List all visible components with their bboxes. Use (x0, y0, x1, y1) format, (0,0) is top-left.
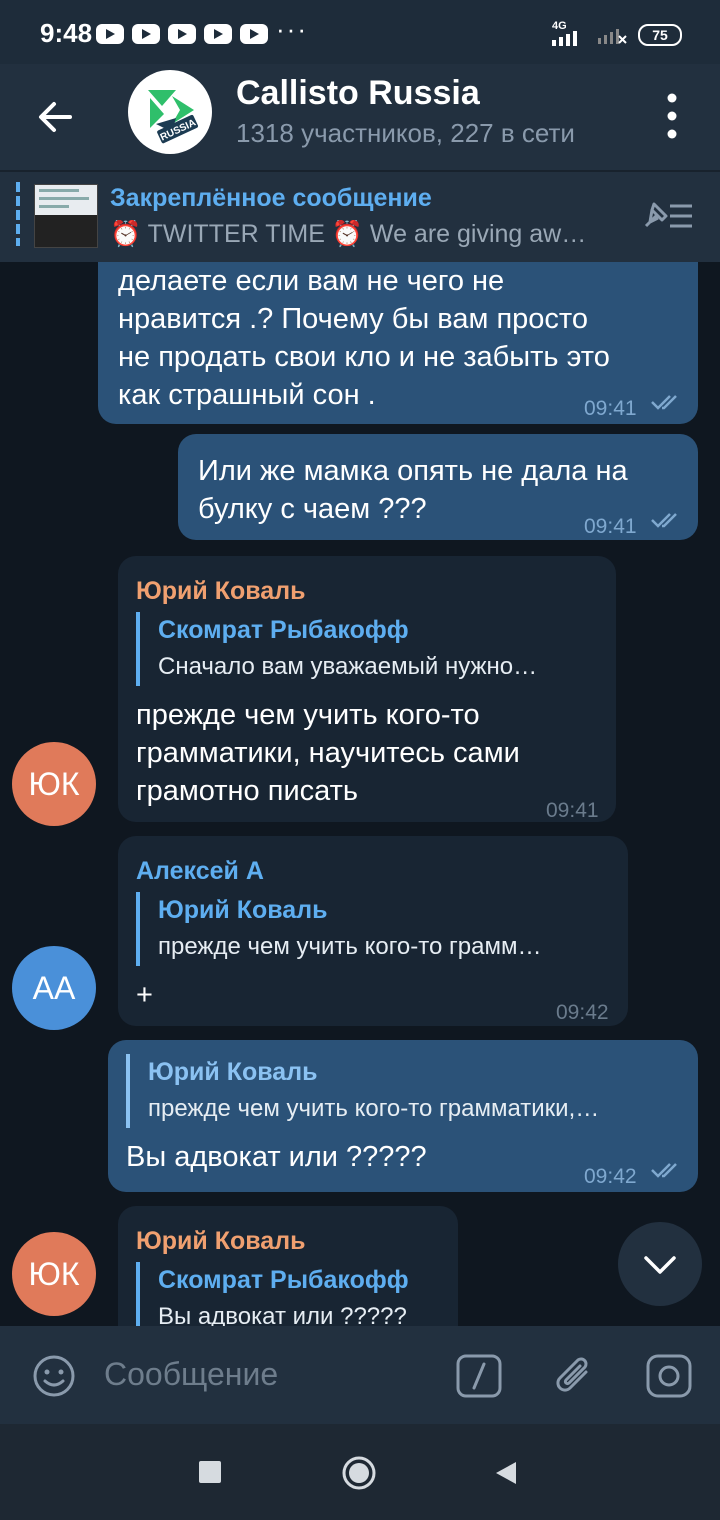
unpin-icon[interactable] (640, 196, 696, 236)
chat-header: RUSSIA Callisto Russia 1318 участников, … (0, 64, 720, 170)
message-input[interactable]: Сообщение (104, 1356, 278, 1393)
message-text: делаете если вам не чего не нравится .? … (118, 262, 610, 414)
pinned-text: ⏰ TWITTER TIME ⏰ We are giving aw… (110, 220, 587, 248)
reply-preview[interactable]: Скомрат Рыбакофф Вы адвокат или ????? (136, 1262, 438, 1326)
status-bar: 9:48 ··· 4G 75 (0, 0, 720, 64)
youtube-notification-icon (132, 24, 160, 44)
message-line: нравится .? Почему бы вам просто (118, 303, 588, 335)
reply-name: Скомрат Рыбакофф (158, 616, 409, 644)
signal-icon (552, 31, 577, 46)
message-bubble-outgoing[interactable]: делаете если вам не чего не нравится .? … (98, 262, 698, 424)
message-bubble-incoming[interactable]: Юрий Коваль Скомрат Рыбакофф Вы адвокат … (118, 1206, 458, 1326)
youtube-notification-icon (240, 24, 268, 44)
message-line: Вы адвокат или ????? (126, 1141, 427, 1173)
recents-icon[interactable] (198, 1460, 222, 1484)
message-line: не продать свои кло и не забыть это (118, 341, 610, 373)
reply-name: Юрий Коваль (158, 896, 328, 924)
sender-name[interactable]: Алексей А (136, 852, 264, 890)
back-arrow-icon[interactable] (30, 92, 80, 142)
scroll-down-button[interactable] (618, 1222, 702, 1306)
avatar[interactable]: АА (12, 946, 96, 1030)
message-line: Или же мамка опять не дала на (198, 455, 628, 487)
reply-text: Сначало вам уважаемый нужно… (158, 653, 538, 680)
pinned-message-bar[interactable]: Закреплённое сообщение ⏰ TWITTER TIME ⏰ … (0, 172, 720, 262)
sender-name[interactable]: Юрий Коваль (136, 572, 305, 610)
message-time: 09:42 (584, 1165, 637, 1188)
message-line: как страшный сон . (118, 379, 376, 411)
message-line: булку с чаем ??? (198, 493, 427, 525)
youtube-notification-icon (96, 24, 124, 44)
message-line: + (136, 979, 153, 1011)
status-time: 9:48 (40, 18, 93, 48)
reply-name: Скомрат Рыбакофф (158, 1266, 409, 1294)
reply-preview[interactable]: Юрий Коваль прежде чем учить кого-то гра… (136, 892, 608, 966)
message-text: Или же мамка опять не дала на булку с ча… (198, 452, 628, 528)
message-time: 09:41 (546, 799, 599, 822)
back-nav-icon[interactable] (494, 1460, 518, 1486)
bot-command-icon[interactable] (456, 1354, 502, 1398)
attach-icon[interactable] (552, 1352, 598, 1400)
message-time: 09:42 (556, 1001, 609, 1024)
message-line: прежде чем учить кого-то (136, 699, 480, 731)
system-navigation-bar (0, 1424, 720, 1520)
message-line: грамматики, научитесь сами (136, 737, 520, 769)
home-icon[interactable] (340, 1454, 378, 1492)
channel-avatar[interactable]: RUSSIA (128, 70, 212, 154)
message-bubble-incoming[interactable]: Алексей А Юрий Коваль прежде чем учить к… (118, 836, 628, 1026)
message-time: 09:41 (584, 515, 637, 538)
avatar[interactable]: ЮК (12, 742, 96, 826)
message-bubble-incoming[interactable]: Юрий Коваль Скомрат Рыбакофф Сначало вам… (118, 556, 616, 822)
message-bubble-outgoing[interactable]: Юрий Коваль прежде чем учить кого-то гра… (108, 1040, 698, 1192)
callisto-logo-icon: RUSSIA (148, 90, 199, 143)
camera-icon[interactable] (646, 1354, 692, 1398)
message-bubble-outgoing[interactable]: Или же мамка опять не дала на булку с ча… (178, 434, 698, 540)
reply-text: прежде чем учить кого-то грамм… (158, 933, 542, 960)
message-text: Вы адвокат или ????? (126, 1138, 427, 1176)
pinned-thumbnail (34, 184, 98, 248)
message-text: прежде чем учить кого-то грамматики, нау… (136, 696, 520, 810)
message-text: + (136, 976, 153, 1014)
message-list[interactable]: делаете если вам не чего не нравится .? … (0, 262, 720, 1326)
read-check-icon (651, 1163, 677, 1178)
read-check-icon (651, 513, 677, 528)
pinned-indicator (16, 182, 20, 246)
avatar[interactable]: ЮК (12, 1232, 96, 1316)
chat-title[interactable]: Callisto Russia (236, 74, 480, 113)
youtube-notification-icon (168, 24, 196, 44)
emoji-icon[interactable] (32, 1354, 76, 1398)
message-line: грамотно писать (136, 775, 359, 807)
battery-indicator: 75 (638, 24, 682, 46)
signal-no-service-icon (598, 29, 627, 44)
pinned-title: Закреплённое сообщение (110, 184, 432, 212)
reply-preview[interactable]: Юрий Коваль прежде чем учить кого-то гра… (126, 1054, 688, 1128)
more-notifications-icon: ··· (276, 14, 308, 44)
message-time: 09:41 (584, 397, 637, 420)
chat-subtitle: 1318 участников, 227 в сети (236, 118, 575, 148)
youtube-notification-icon (204, 24, 232, 44)
more-vert-icon[interactable] (650, 86, 690, 146)
reply-text: прежде чем учить кого-то грамматики,… (148, 1095, 600, 1122)
read-check-icon (651, 395, 677, 410)
reply-preview[interactable]: Скомрат Рыбакофф Сначало вам уважаемый н… (136, 612, 598, 686)
reply-text: Вы адвокат или ????? (158, 1303, 407, 1326)
chevron-down-icon (644, 1256, 676, 1274)
sender-name[interactable]: Юрий Коваль (136, 1222, 305, 1260)
message-input-bar: Сообщение (0, 1326, 720, 1424)
reply-name: Юрий Коваль (148, 1058, 318, 1086)
message-line: делаете если вам не чего не (118, 265, 505, 297)
